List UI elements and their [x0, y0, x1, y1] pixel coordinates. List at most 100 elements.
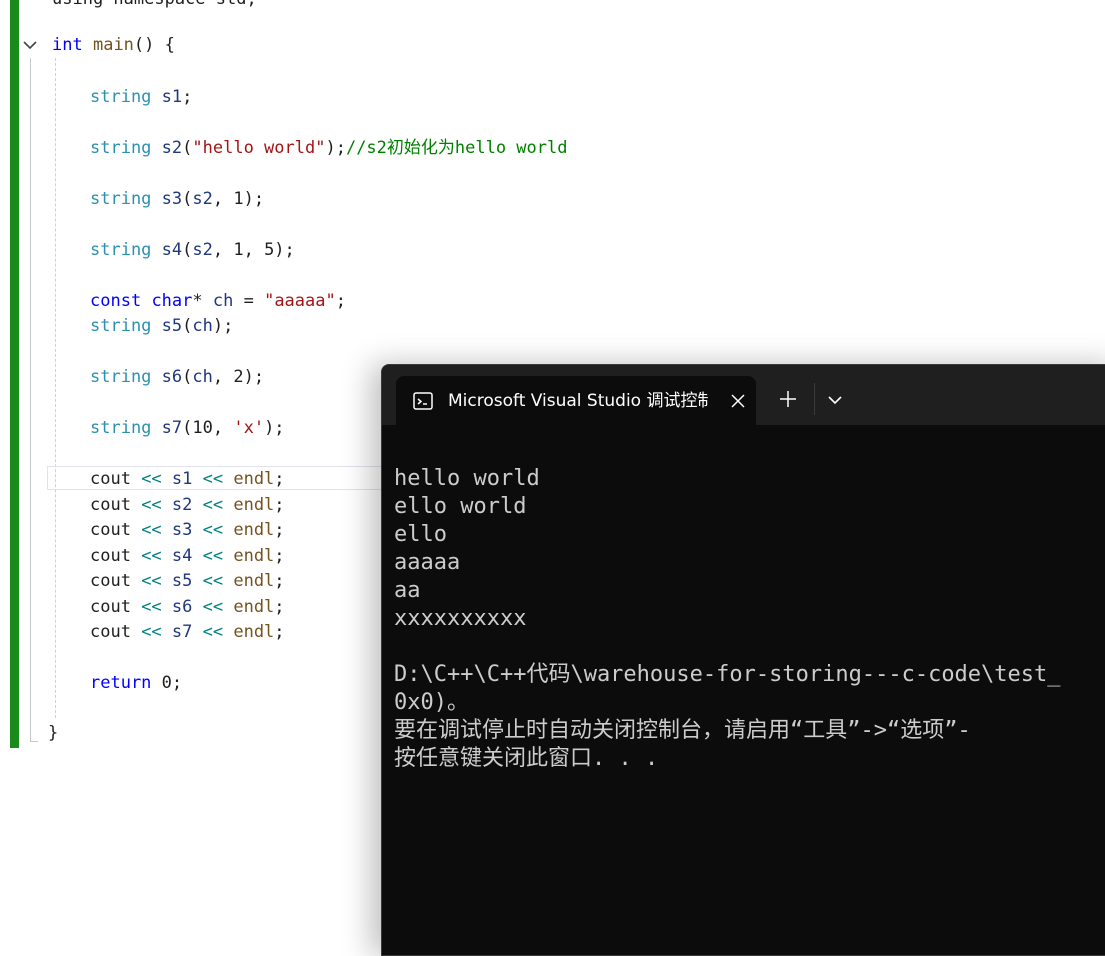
- terminal-output-line: 按任意键关闭此窗口. . .: [394, 746, 659, 771]
- code-line: string s3(s2, 1);: [90, 188, 264, 210]
- code-token: () {: [133, 35, 175, 55]
- debug-console-window[interactable]: Microsoft Visual Studio 调试控制台 hello worl…: [381, 364, 1105, 956]
- code-token: (: [182, 367, 193, 387]
- terminal-output-line: ello world: [394, 494, 527, 519]
- code-line: cout << s7 << endl;: [90, 621, 285, 643]
- code-token: <<: [130, 546, 172, 566]
- change-tracking-bar: [10, 0, 19, 748]
- code-token: string: [90, 367, 152, 387]
- code-token: ;: [274, 622, 285, 642]
- code-token: cout: [90, 597, 131, 617]
- code-token: cout: [90, 546, 131, 566]
- code-token: (: [182, 240, 193, 260]
- code-token: (10,: [182, 418, 234, 438]
- code-token: <<: [130, 571, 172, 591]
- code-token: string: [90, 189, 152, 209]
- code-token: cout: [90, 571, 131, 591]
- code-token: <<: [192, 546, 234, 566]
- code-token: s5: [161, 316, 183, 336]
- terminal-output-line: xxxxxxxxxx: [394, 606, 527, 631]
- code-token: ;: [182, 87, 193, 107]
- terminal-output-line: D:\C++\C++代码\warehouse-for-storing---c-c…: [394, 662, 1061, 687]
- code-token: s1: [171, 469, 193, 489]
- code-token: endl: [233, 469, 275, 489]
- terminal-tab-title: Microsoft Visual Studio 调试控制台: [448, 391, 708, 411]
- code-token: <<: [130, 597, 172, 617]
- terminal-output-line: aa: [394, 578, 421, 603]
- code-token: endl: [233, 597, 275, 617]
- code-token: <<: [192, 495, 234, 515]
- code-token: ch: [192, 367, 213, 387]
- code-token: cout: [90, 469, 131, 489]
- code-line: string s1;: [90, 86, 192, 108]
- terminal-output-line: hello world: [394, 466, 540, 491]
- terminal-output[interactable]: hello world ello world ello aaaaa aa xxxxxxxx…: [382, 425, 1105, 955]
- terminal-titlebar: Microsoft Visual Studio 调试控制台: [382, 365, 1105, 426]
- code-line: cout << s3 << endl;: [90, 519, 285, 541]
- code-token: }: [48, 723, 59, 743]
- code-token: , 1, 5);: [212, 240, 295, 260]
- code-line: cout << s2 << endl;: [90, 494, 285, 516]
- code-token: endl: [233, 571, 275, 591]
- code-token: string: [90, 138, 152, 158]
- code-token: endl: [233, 495, 275, 515]
- terminal-output-line: 要在调试停止时自动关闭控制台，请启用“工具”->“选项”-: [394, 718, 971, 743]
- code-token: ;: [274, 571, 285, 591]
- fold-guide-line: [30, 58, 31, 742]
- code-token: int: [52, 35, 83, 55]
- code-token: s2: [192, 240, 213, 260]
- terminal-output-line: aaaaa: [394, 550, 461, 575]
- code-token: cout: [90, 495, 131, 515]
- code-token: cout: [90, 520, 131, 540]
- code-token: cout: [90, 622, 131, 642]
- code-token: (: [182, 316, 193, 336]
- code-token: char: [151, 291, 193, 311]
- console-icon: [412, 390, 434, 412]
- code-token: ch: [192, 316, 213, 336]
- code-line: string s4(s2, 1, 5);: [90, 239, 295, 261]
- code-token: s6: [171, 597, 193, 617]
- code-token: <<: [192, 571, 234, 591]
- indent-guide: [55, 58, 56, 718]
- code-token: s4: [171, 546, 193, 566]
- code-token: s4: [161, 240, 183, 260]
- code-line: cout << s1 << endl;: [90, 468, 285, 490]
- code-token: ;: [274, 495, 285, 515]
- code-line: cout << s4 << endl;: [90, 545, 285, 567]
- code-token: <<: [130, 495, 172, 515]
- code-token: return: [90, 673, 152, 693]
- code-token: s1: [161, 87, 183, 107]
- collapse-chevron-icon[interactable]: [21, 36, 39, 54]
- code-token: s3: [161, 189, 183, 209]
- code-token: s7: [171, 622, 193, 642]
- code-token: s2: [171, 495, 193, 515]
- code-token: 0;: [151, 673, 183, 693]
- code-token: s5: [171, 571, 193, 591]
- code-token: ;: [335, 291, 346, 311]
- plus-icon[interactable]: [778, 389, 798, 409]
- code-token: ;: [274, 546, 285, 566]
- code-token: <<: [192, 622, 234, 642]
- code-token: (: [182, 189, 193, 209]
- terminal-tab[interactable]: Microsoft Visual Studio 调试控制台: [396, 376, 756, 426]
- close-icon[interactable]: [728, 391, 748, 411]
- fold-guide-end: [30, 741, 38, 742]
- code-token: );: [325, 138, 346, 158]
- code-token: "hello world": [192, 138, 326, 158]
- code-token: ;: [274, 597, 285, 617]
- code-line: const char* ch = "aaaaa";: [90, 290, 346, 312]
- chevron-down-icon[interactable]: [826, 391, 844, 409]
- code-token: <<: [130, 520, 172, 540]
- code-token: "aaaaa": [264, 291, 336, 311]
- code-token: string: [90, 87, 152, 107]
- code-token: string: [90, 316, 152, 336]
- code-token: ;: [274, 520, 285, 540]
- code-token: string: [90, 240, 152, 260]
- code-token: , 1);: [212, 189, 265, 209]
